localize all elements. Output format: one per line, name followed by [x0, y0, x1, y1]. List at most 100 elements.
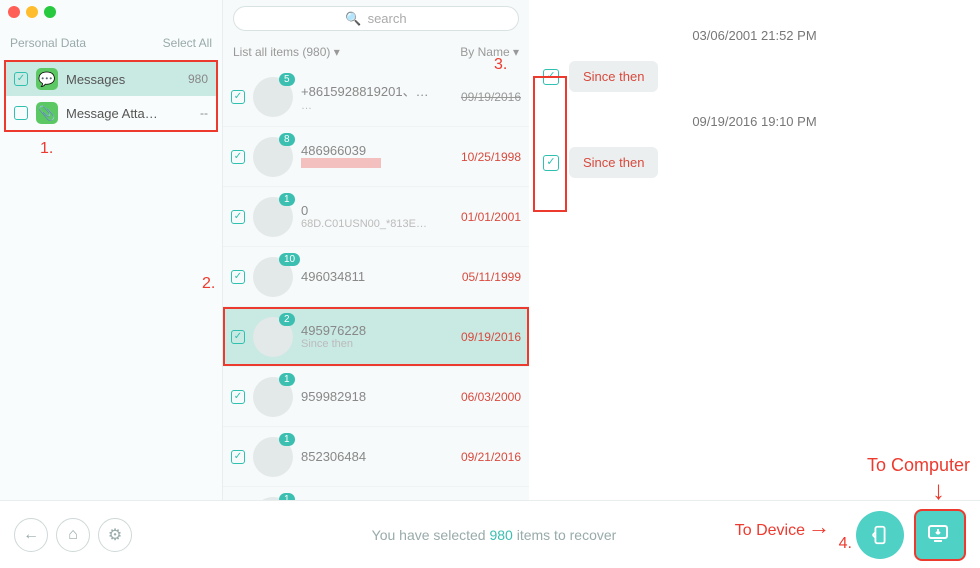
message-row: Since then: [543, 61, 966, 92]
contact-name: 495976228: [301, 323, 441, 338]
zoom-icon[interactable]: [44, 6, 56, 18]
sidebar-head-label: Personal Data: [10, 36, 86, 50]
sort-dropdown[interactable]: By Name ▾: [460, 45, 519, 59]
phone-icon: [869, 524, 891, 546]
contact-date: 09/19/2016: [449, 90, 521, 104]
checkbox-icon[interactable]: [231, 390, 245, 404]
contact-row[interactable]: 1 lucy: [223, 487, 529, 500]
contact-date: 09/19/2016: [449, 330, 521, 344]
contact-preview: [301, 158, 441, 171]
avatar: 1: [253, 437, 293, 477]
sidebar-item-label: Message Atta…: [66, 106, 192, 121]
contact-name: +8615928819201、…: [301, 81, 441, 100]
checkbox-icon[interactable]: [231, 450, 245, 464]
message-timestamp: 03/06/2001 21:52 PM: [543, 28, 966, 43]
arrow-right-icon: →: [808, 514, 830, 540]
count-badge: 1: [279, 433, 295, 446]
footer-bar: ← ⌂ ⚙ You have selected 980 items to rec…: [0, 500, 980, 568]
back-button[interactable]: ←: [14, 518, 48, 552]
count-badge: 2: [279, 313, 295, 326]
contact-date: 05/11/1999: [449, 270, 521, 284]
contact-name: 959982918: [301, 389, 441, 404]
avatar: 1: [253, 197, 293, 237]
contact-row[interactable]: 8 486966039 10/25/1998: [223, 127, 529, 187]
count-badge: 5: [279, 73, 295, 86]
sidebar-item-count: --: [200, 106, 208, 120]
contact-name: 0: [301, 203, 441, 218]
monitor-download-icon: [926, 521, 950, 545]
window-controls[interactable]: [8, 6, 56, 18]
avatar: 2: [253, 317, 293, 357]
contacts-column: 🔍 search List all items (980) ▾ By Name …: [223, 0, 529, 500]
sidebar-items-box: 💬 Messages 980 📎 Message Atta… --: [4, 60, 218, 132]
arrow-down-icon: ↓: [932, 475, 945, 506]
message-row: Since then: [543, 147, 966, 178]
contact-name: 496034811: [301, 269, 441, 284]
avatar: 8: [253, 137, 293, 177]
contact-row[interactable]: 1 959982918 06/03/2000: [223, 367, 529, 427]
contact-preview: Since then: [301, 338, 441, 350]
count-badge: 1: [279, 493, 295, 500]
contact-name: 852306484: [301, 449, 441, 464]
checkbox-icon[interactable]: [543, 69, 559, 85]
attachments-app-icon: 📎: [36, 102, 58, 124]
to-device-button[interactable]: [856, 511, 904, 559]
checkbox-icon[interactable]: [543, 155, 559, 171]
message-bubble[interactable]: Since then: [569, 61, 658, 92]
message-pane: 03/06/2001 21:52 PM Since then09/19/2016…: [529, 0, 980, 500]
sidebar: Personal Data Select All 💬 Messages 980 …: [0, 0, 223, 500]
checkbox-icon[interactable]: [14, 106, 28, 120]
to-computer-button[interactable]: [914, 509, 966, 561]
contact-name: 486966039: [301, 143, 441, 158]
contact-row[interactable]: 5 +8615928819201、… … 09/19/2016: [223, 67, 529, 127]
sidebar-item-count: 980: [188, 72, 208, 86]
checkbox-icon[interactable]: [231, 150, 245, 164]
checkbox-icon[interactable]: [231, 210, 245, 224]
sidebar-item-message-attachments[interactable]: 📎 Message Atta… --: [6, 96, 216, 130]
chevron-down-icon: ▾: [513, 45, 519, 59]
count-badge: 10: [279, 253, 300, 266]
contact-preview: …: [301, 100, 441, 112]
settings-button[interactable]: ⚙: [98, 518, 132, 552]
checkbox-icon[interactable]: [231, 270, 245, 284]
status-pre: You have selected: [372, 527, 490, 543]
contact-row[interactable]: 1 0 68D.C01USN00_*813E… 01/01/2001: [223, 187, 529, 247]
sidebar-item-label: Messages: [66, 72, 180, 87]
search-input[interactable]: 🔍 search: [233, 6, 519, 31]
select-all-link[interactable]: Select All: [163, 36, 212, 50]
avatar: 5: [253, 77, 293, 117]
search-icon: 🔍: [345, 11, 361, 27]
annotation-1: 1.: [40, 140, 53, 158]
count-badge: 1: [279, 193, 295, 206]
minimize-icon[interactable]: [26, 6, 38, 18]
chevron-down-icon: ▾: [334, 45, 340, 59]
sidebar-item-messages[interactable]: 💬 Messages 980: [6, 62, 216, 96]
home-button[interactable]: ⌂: [56, 518, 90, 552]
count-badge: 8: [279, 133, 295, 146]
checkbox-icon[interactable]: [231, 330, 245, 344]
annotation-3: 3.: [494, 56, 507, 74]
contact-row[interactable]: 10 496034811 05/11/1999: [223, 247, 529, 307]
list-filter-dropdown[interactable]: List all items (980) ▾: [233, 45, 340, 59]
contact-date: 06/03/2000: [449, 390, 521, 404]
search-placeholder: search: [368, 11, 407, 26]
count-badge: 1: [279, 373, 295, 386]
contact-date: 10/25/1998: [449, 150, 521, 164]
message-bubble[interactable]: Since then: [569, 147, 658, 178]
list-filter-label: List all items (980): [233, 45, 330, 59]
checkbox-icon[interactable]: [14, 72, 28, 86]
annotation-to-device: To Device: [735, 522, 805, 540]
annotation-to-computer: To Computer: [867, 455, 970, 476]
annotation-4: 4.: [839, 535, 852, 553]
checkbox-icon[interactable]: [231, 90, 245, 104]
avatar: 1: [253, 377, 293, 417]
contact-preview: 68D.C01USN00_*813E…: [301, 218, 441, 230]
contact-date: 01/01/2001: [449, 210, 521, 224]
close-icon[interactable]: [8, 6, 20, 18]
status-count: 980: [489, 527, 512, 543]
contact-row[interactable]: 1 852306484 09/21/2016: [223, 427, 529, 487]
contacts-list: 5 +8615928819201、… … 09/19/2016 8 486966…: [223, 67, 529, 500]
avatar: 10: [253, 257, 293, 297]
contact-row[interactable]: 2 495976228 Since then 09/19/2016: [223, 307, 529, 367]
messages-app-icon: 💬: [36, 68, 58, 90]
